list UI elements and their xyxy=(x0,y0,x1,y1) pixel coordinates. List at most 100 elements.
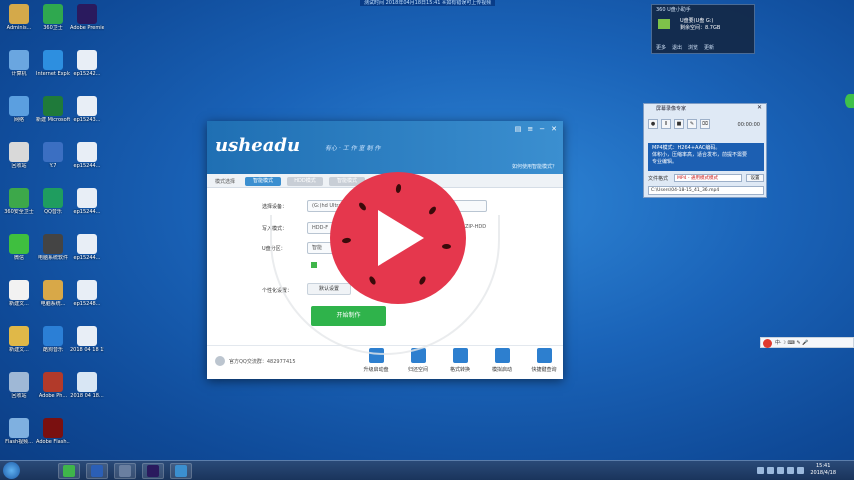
device-label: 选择设备： xyxy=(262,204,288,210)
desktop-icon[interactable]: Internet Explorer xyxy=(36,48,70,94)
format-select[interactable]: MP4 - 通用模式模式 xyxy=(674,174,742,182)
app-slogan: 有心 · 工 作 室 制 作 xyxy=(325,145,381,152)
start-button[interactable] xyxy=(3,462,20,479)
taskbar-item-360[interactable] xyxy=(58,463,80,479)
tray-icon[interactable] xyxy=(767,467,774,474)
format-label: 文件格式 xyxy=(648,176,669,182)
app-icon xyxy=(77,188,97,208)
tool-simulate-boot[interactable]: 模拟启动 xyxy=(485,348,519,373)
app-icon xyxy=(9,96,29,116)
desktop-icon[interactable]: 360安全卫士 xyxy=(2,186,36,232)
play-icon xyxy=(378,210,424,266)
menu-icon[interactable]: ≡ xyxy=(527,125,533,133)
tray-icon[interactable] xyxy=(787,467,794,474)
tab-hdd-mode[interactable]: HDD模式 xyxy=(287,177,323,186)
seed-icon xyxy=(368,275,377,286)
desktop-icon-label: 酷狗音乐 xyxy=(42,347,63,353)
crop-icon[interactable]: ⌧ xyxy=(700,119,710,129)
usb-helper-title: 360 U盘小助手 xyxy=(656,7,691,13)
premiere-icon xyxy=(147,465,159,477)
tray-icon[interactable] xyxy=(797,467,804,474)
desktop-icon[interactable]: 回收站 xyxy=(2,370,36,416)
system-tray xyxy=(757,467,804,474)
desktop-icon[interactable]: ep15242... xyxy=(70,48,104,94)
desktop-icon[interactable]: Adobe Flash... xyxy=(36,416,70,462)
desktop-icon[interactable]: 电脑系统软件 xyxy=(36,232,70,278)
feedback-icon[interactable]: ▤ xyxy=(515,125,522,133)
app-icon xyxy=(9,4,29,24)
seed-icon xyxy=(418,275,427,286)
desktop-icon-label: Y.7 xyxy=(49,163,57,169)
desktop-icon[interactable]: 新建文... xyxy=(2,324,36,370)
app-icon xyxy=(43,326,63,346)
desktop-icon[interactable]: 计算机 xyxy=(2,48,36,94)
ime-toolbar[interactable]: 中·☽ ⌨ ✎ 🎤 xyxy=(760,337,854,348)
desktop-icon[interactable]: 2018 04 18 15... xyxy=(70,324,104,370)
desktop-icon[interactable]: 微信 xyxy=(2,232,36,278)
taskbar-item-window[interactable] xyxy=(114,463,136,479)
app-icon xyxy=(77,372,97,392)
desktop-icon[interactable]: ep15248... xyxy=(70,278,104,324)
desktop-icon[interactable]: 新建文... xyxy=(2,278,36,324)
record-icon[interactable]: ● xyxy=(648,119,658,129)
tray-icon[interactable] xyxy=(777,467,784,474)
seed-icon xyxy=(427,205,438,216)
help-link[interactable]: 如何使用智能模式？ xyxy=(512,163,557,170)
desktop-icon[interactable]: QQ音乐 xyxy=(36,186,70,232)
app-icon xyxy=(43,418,63,438)
app-icon xyxy=(9,234,29,254)
video-play-overlay[interactable] xyxy=(330,172,466,304)
close-icon[interactable]: ✕ xyxy=(551,125,557,133)
desktop-icon-label: ep15244... xyxy=(73,209,101,215)
desktop-icon[interactable]: 酷狗音乐 xyxy=(36,324,70,370)
desktop-icon-label: 新建文... xyxy=(9,301,29,307)
desktop-icon[interactable]: 回收站 xyxy=(2,140,36,186)
desktop-icon[interactable]: 电脑系统... xyxy=(36,278,70,324)
desktop-icon[interactable]: Adminis... xyxy=(2,2,36,48)
tool-hotkey[interactable]: 快捷键查询 xyxy=(527,348,561,373)
settings-button[interactable]: 设置 xyxy=(746,174,764,182)
desktop-icon[interactable]: 2018 04 18... xyxy=(70,370,104,416)
desktop-icon[interactable]: ep15244... xyxy=(70,232,104,278)
app-icon xyxy=(9,142,29,162)
desktop-icon-label: Adobe Premie... xyxy=(70,25,104,31)
taskbar-item-premiere[interactable] xyxy=(142,463,164,479)
desktop-icon-label: ep15248... xyxy=(73,301,101,307)
clock[interactable]: 15:41 2018/4/18 xyxy=(810,463,836,477)
desktop-icon-label: 2018 04 18... xyxy=(70,393,104,399)
desktop-icon[interactable]: ep15243... xyxy=(70,94,104,140)
app-icon xyxy=(77,326,97,346)
pen-icon[interactable]: ✎ xyxy=(687,119,697,129)
desktop-icon[interactable]: Adobe Ph... xyxy=(36,370,70,416)
desktop-icon[interactable]: 网络 xyxy=(2,94,36,140)
tray-icon[interactable] xyxy=(757,467,764,474)
close-icon[interactable]: ✕ xyxy=(757,104,762,111)
app-icon xyxy=(9,188,29,208)
desktop-icon-label: 微信 xyxy=(13,255,24,261)
tool-format-convert[interactable]: 格式转换 xyxy=(443,348,477,373)
desktop-icon-label: 电脑系统... xyxy=(40,301,66,307)
taskbar: 15:41 2018/4/18 xyxy=(0,460,854,480)
minimize-icon[interactable]: − xyxy=(539,125,545,133)
desktop-icon-label: 网络 xyxy=(13,117,24,123)
desktop-icon[interactable]: Adobe Premie... xyxy=(70,2,104,48)
desktop-icon[interactable]: 360卫士 xyxy=(36,2,70,48)
desktop-icon[interactable]: ep15244... xyxy=(70,186,104,232)
recorder-controls: ● Ⅱ ■ ✎ ⌧ xyxy=(648,119,710,129)
desktop-icon-label: Adobe Flash... xyxy=(36,439,70,445)
desktop-icon[interactable]: ep15244... xyxy=(70,140,104,186)
taskbar-item-usheadu[interactable] xyxy=(170,463,192,479)
desktop-icon-label: 电脑系统软件 xyxy=(37,255,68,261)
pause-icon[interactable]: Ⅱ xyxy=(661,119,671,129)
floating-ball-icon[interactable] xyxy=(845,94,854,108)
desktop-icon[interactable]: Flash视频... xyxy=(2,416,36,462)
stop-icon[interactable]: ■ xyxy=(674,119,684,129)
desktop-icon[interactable]: Y.7 xyxy=(36,140,70,186)
taskbar-item-word[interactable] xyxy=(86,463,108,479)
app-icon xyxy=(43,280,63,300)
tab-smart-mode[interactable]: 智能模式 xyxy=(245,177,281,186)
window-header: usheadu 有心 · 工 作 室 制 作 ▤ ≡ − ✕ 如何使用智能模式？ xyxy=(207,121,563,174)
desktop-icon-label: QQ音乐 xyxy=(44,209,62,215)
desktop-icon[interactable]: 新建 Microsoft... xyxy=(36,94,70,140)
app-icon xyxy=(43,234,63,254)
